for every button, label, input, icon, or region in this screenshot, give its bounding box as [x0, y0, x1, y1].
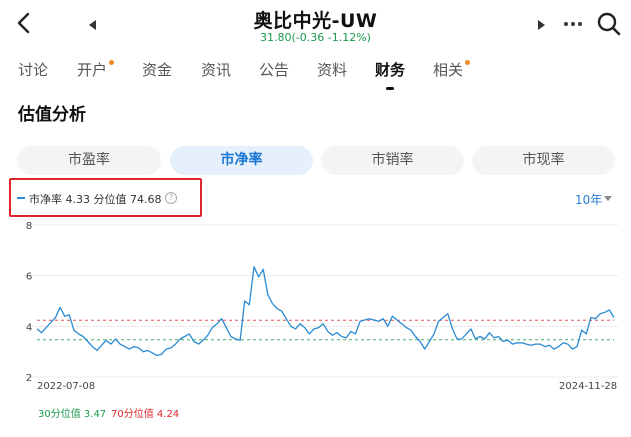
stock-quote: 31.80(-0.36 -1.12%) — [260, 31, 371, 44]
section-title: 估值分析 — [18, 105, 86, 125]
tab-label: 资讯 — [201, 61, 232, 79]
segment-pe-ratio[interactable]: 市盈率 — [17, 146, 161, 175]
tab-profile[interactable]: 资料 — [317, 58, 347, 88]
notification-dot — [465, 60, 471, 65]
segment-pcf-ratio[interactable]: 市现率 — [472, 146, 615, 175]
more-dots-icon — [564, 22, 582, 26]
y-tick-label: 8 — [26, 221, 32, 232]
y-tick-label: 2 — [26, 373, 32, 384]
percentile-30-label: 30分位值 3.47 — [38, 409, 107, 420]
help-icon[interactable]: ? — [165, 192, 177, 204]
triangle-right-icon — [538, 20, 545, 30]
notification-dot — [109, 60, 115, 65]
segment-pb-ratio[interactable]: 市净率 — [170, 146, 313, 175]
percentile-70-label: 70分位值 4.24 — [111, 409, 180, 420]
legend-value: 市净率 4.33 分位值 74.68 — [29, 193, 162, 206]
tab-funds[interactable]: 资金 — [142, 58, 172, 88]
tab-discussion[interactable]: 讨论 — [18, 58, 48, 88]
header-bar: 奥比中光-UW 31.80(-0.36 -1.12%) — [0, 0, 631, 50]
caret-down-icon[interactable] — [604, 196, 612, 201]
y-tick-label: 4 — [26, 322, 32, 333]
range-select[interactable]: 10年 — [575, 191, 602, 208]
tab-news[interactable]: 资讯 — [201, 58, 231, 88]
x-end-label: 2024-11-28 — [559, 381, 618, 392]
next-stock-button[interactable] — [534, 17, 548, 31]
tab-open-account[interactable]: 开户 — [77, 58, 115, 88]
pb-ratio-series-line — [36, 266, 615, 357]
tab-label: 财务 — [375, 61, 406, 79]
tab-label: 公告 — [259, 61, 290, 79]
tab-label: 开户 — [77, 61, 108, 79]
tab-financials[interactable]: 财务 — [375, 58, 405, 88]
tab-label: 相关 — [433, 61, 464, 79]
more-button[interactable] — [561, 16, 585, 32]
legend-line-swatch — [17, 197, 25, 199]
active-tab-indicator — [386, 87, 394, 90]
tab-announcements[interactable]: 公告 — [259, 58, 289, 88]
x-start-label: 2022-07-08 — [37, 381, 96, 392]
tab-label: 资料 — [317, 61, 348, 79]
stock-tabs: 讨论 开户 资金 资讯 公告 资料 财务 相关 — [0, 58, 631, 88]
tab-label: 资金 — [142, 61, 173, 79]
search-button[interactable] — [596, 11, 622, 37]
segment-ps-ratio[interactable]: 市销率 — [321, 146, 464, 175]
search-icon — [597, 12, 621, 36]
tab-label: 讨论 — [18, 61, 49, 79]
y-tick-label: 6 — [26, 272, 32, 283]
tab-related[interactable]: 相关 — [433, 58, 471, 88]
